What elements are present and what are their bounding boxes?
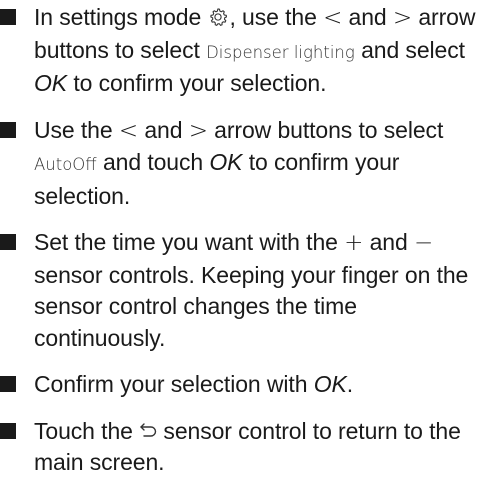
square-bullet-icon (0, 376, 16, 392)
step-text: and (342, 4, 393, 30)
ok-label: OK (313, 371, 347, 397)
square-bullet-icon (0, 9, 16, 25)
instruction-list: In settings mode , use the < and > arrow… (0, 2, 483, 494)
instruction-step-2: Use the < and > arrow buttons to select … (0, 115, 483, 213)
step-text: to confirm your selection. (67, 70, 327, 96)
display-text: Dispenser lighting (206, 42, 355, 62)
step-text: arrow buttons to select (207, 116, 444, 143)
step-text: Use the (34, 116, 119, 143)
instruction-step-1: In settings mode , use the < and > arrow… (0, 2, 483, 100)
right-arrow-symbol: > (392, 5, 413, 31)
square-bullet-icon (0, 121, 16, 138)
instruction-step-4: Confirm your selection with OK. (0, 369, 483, 401)
ok-label: OK (34, 70, 68, 96)
step-text: and (363, 229, 414, 255)
gear-icon (210, 8, 228, 26)
step-text: and select (354, 36, 465, 63)
step-text: In settings mode (34, 4, 208, 30)
right-arrow-symbol: > (188, 117, 208, 144)
step-text: and (138, 116, 189, 143)
minus-symbol: − (413, 230, 434, 256)
step-text: Confirm your selection with (34, 371, 314, 397)
step-text: Touch the (34, 417, 140, 444)
step-text: Set the time you want with the (34, 229, 345, 255)
square-bullet-icon (0, 234, 16, 250)
square-bullet-icon (0, 422, 16, 439)
step-text: sensor controls. Keeping your finger on … (34, 261, 469, 351)
ok-label: OK (209, 149, 243, 175)
display-text: AutoOff (34, 155, 97, 174)
step-text: and touch (96, 149, 210, 175)
left-arrow-symbol: < (118, 117, 139, 144)
plus-symbol: + (344, 230, 364, 256)
step-text: . (346, 371, 354, 397)
return-icon (140, 422, 157, 437)
left-arrow-symbol: < (323, 5, 343, 31)
instruction-step-3: Set the time you want with the + and − s… (0, 227, 483, 354)
instruction-step-5: Touch the sensor control to return to th… (0, 416, 483, 479)
step-text: , use the (229, 4, 324, 30)
